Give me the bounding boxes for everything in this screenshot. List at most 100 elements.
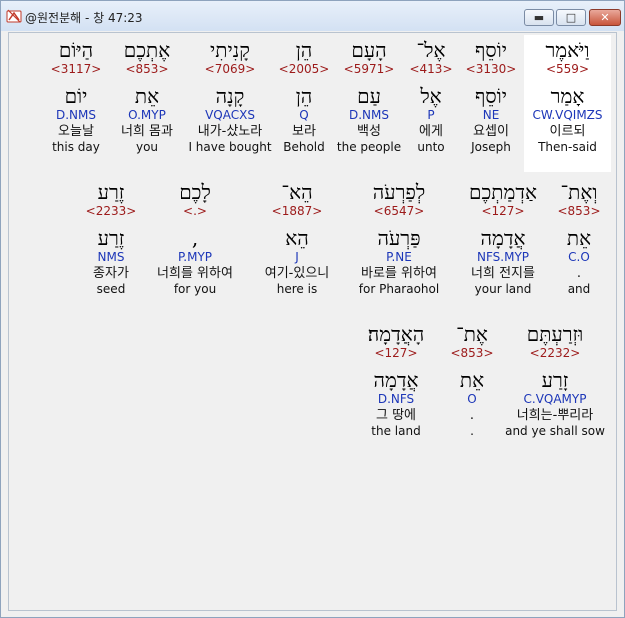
hebrew-word: לְפַרְעֹה [372, 180, 426, 204]
strong-number[interactable]: <6547> [347, 204, 451, 218]
strong-number[interactable]: <853> [109, 62, 185, 76]
analysis-pane: וַיֹּאמֶר <559> אָמַר CW.VQIMZS 이르되 Then… [8, 32, 617, 611]
word-block[interactable]: אַדְמַתְכֶם <127> אֲדָמָה NFS.MYP 너희 전지를… [455, 177, 551, 296]
english-gloss: I have bought [188, 140, 272, 154]
english-gloss: your land [474, 282, 532, 296]
hebrew-word: וַיֹּאמֶר [545, 38, 590, 62]
strong-number[interactable]: <559> [524, 62, 611, 76]
lemma: פַּרְעֹה [377, 226, 421, 250]
lemma: זֶרַע [97, 226, 125, 250]
strong-number[interactable]: <7069> [187, 62, 273, 76]
hebrew-word: קָנִיתִי [210, 38, 250, 62]
hebrew-word: הַיּוֹם [58, 38, 94, 62]
hebrew-word: לָכֶם [179, 180, 211, 204]
strong-number[interactable]: <127> [455, 204, 551, 218]
strong-number[interactable]: <2233> [81, 204, 141, 218]
morphology: Q [299, 108, 309, 122]
korean-gloss: 너희를 위하여 [157, 266, 233, 281]
morphology: D.NFS [377, 392, 415, 406]
word-block[interactable]: וַיֹּאמֶר <559> אָמַר CW.VQIMZS 이르되 Then… [524, 35, 611, 172]
english-gloss: this day [52, 140, 100, 154]
strong-number[interactable]: <5971> [335, 62, 403, 76]
korean-gloss: 이르되 [549, 124, 586, 139]
hebrew-word: הֵא־ [281, 180, 313, 204]
strong-number[interactable]: <.> [143, 204, 247, 218]
word-block[interactable]: הַיּוֹם <3117> יוֹם D.NMS 오늘날 this day [45, 35, 107, 154]
word-block[interactable]: אֶתְכֶם <853> אֵת O.MYP 너희 몸과 you [109, 35, 185, 154]
lemma: אֵת [566, 226, 592, 250]
hebrew-word: אַדְמַתְכֶם [469, 180, 537, 204]
word-block[interactable]: אֶל־ <413> אֶל P 에게 unto [405, 35, 457, 154]
hebrew-word: אֶל־ [416, 38, 446, 62]
strong-number[interactable]: <853> [443, 346, 501, 360]
korean-gloss: 에게 [419, 124, 443, 139]
english-gloss: for you [173, 282, 217, 296]
hebrew-word: אֶתְכֶם [123, 38, 171, 62]
korean-gloss: 백성 [357, 124, 381, 139]
korean-gloss: 보라 [292, 124, 316, 139]
morphology: C.VQAMYP [523, 392, 587, 406]
word-block[interactable]: וְאֶת־ <853> אֵת C.O . and [553, 177, 605, 296]
word-block[interactable]: יוֹסֵף <3130> יוֹסֵף NE 요셉이 Joseph [459, 35, 523, 154]
korean-gloss: . [576, 266, 582, 281]
morphology: P.MYP [177, 250, 213, 264]
lemma: אֶל [420, 84, 442, 108]
word-block[interactable]: קָנִיתִי <7069> קָנָה VQACXS 내가-샀노라 I ha… [187, 35, 273, 154]
lemma: אֵת [134, 84, 160, 108]
title-bar[interactable]: @원전분해 - 창 47:23 ▬ □ ✕ [1, 1, 624, 31]
morphology: VQACXS [205, 108, 255, 122]
word-block[interactable]: לָכֶם <.> , P.MYP 너희를 위하여 for you [143, 177, 247, 296]
lemma: , [191, 226, 199, 250]
morphology: NE [482, 108, 500, 122]
strong-number[interactable]: <1887> [249, 204, 345, 218]
korean-gloss: 너희는-뿌리라 [516, 408, 594, 423]
word-block[interactable]: זֶרַע <2233> זֶרַע NMS 종자가 seed [81, 177, 141, 296]
strong-number[interactable]: <3130> [459, 62, 523, 76]
word-block[interactable]: הֵן <2005> הֵן Q 보라 Behold [275, 35, 333, 154]
lemma: קָנָה [215, 84, 245, 108]
window-title: @원전분해 - 창 47:23 [25, 11, 143, 25]
hebrew-word: וּזְרַעְתֶּם [526, 322, 584, 346]
hebrew-word: יוֹסֵף [474, 38, 508, 62]
app-bible-icon [6, 9, 22, 23]
minimize-button[interactable]: ▬ [524, 9, 554, 26]
strong-number[interactable]: <2005> [275, 62, 333, 76]
close-button[interactable]: ✕ [589, 9, 621, 26]
english-gloss: for Pharaohol [358, 282, 440, 296]
morphology: P [427, 108, 435, 122]
morphology: NFS.MYP [476, 250, 530, 264]
word-block[interactable]: הָאֲדָמָה׃ <127> אֲדָמָה D.NFS 그 땅에 the … [351, 319, 441, 438]
word-block[interactable]: אֶת־ <853> אֵת O . . [443, 319, 501, 438]
hebrew-word: וְאֶת־ [560, 180, 598, 204]
word-block[interactable]: הָעָם <5971> עַם D.NMS 백성 the people [335, 35, 403, 154]
morphology: O [467, 392, 477, 406]
english-gloss: and ye shall sow [505, 424, 605, 438]
lemma: זָרַע [541, 368, 569, 392]
korean-gloss: 너희 전지를 [471, 266, 535, 281]
strong-number[interactable]: <413> [405, 62, 457, 76]
morphology: O.MYP [128, 108, 166, 122]
morphology: NMS [97, 250, 125, 264]
english-gloss: here is [276, 282, 318, 296]
korean-gloss: 그 땅에 [375, 408, 416, 423]
strong-number[interactable]: <3117> [45, 62, 107, 76]
english-gloss: Behold [283, 140, 325, 154]
app-window: @원전분해 - 창 47:23 ▬ □ ✕ וַיֹּאמֶר <559> אָ… [0, 0, 625, 618]
lemma: אֲדָמָה [480, 226, 526, 250]
maximize-button[interactable]: □ [556, 9, 586, 26]
strong-number[interactable]: <853> [553, 204, 605, 218]
korean-gloss: 요셉이 [473, 124, 509, 139]
hebrew-word: אֶת־ [456, 322, 488, 346]
english-gloss: the people [336, 140, 402, 154]
lemma: הֵן [295, 84, 313, 108]
korean-gloss: 너희 몸과 [121, 124, 173, 139]
strong-number[interactable]: <127> [351, 346, 441, 360]
word-block[interactable]: וּזְרַעְתֶּם <2232> זָרַע C.VQAMYP 너희는-뿌… [503, 319, 607, 438]
word-block[interactable]: הֵא־ <1887> הֵא J 여기-있으니 here is [249, 177, 345, 296]
close-icon: ✕ [600, 11, 610, 24]
strong-number[interactable]: <2232> [503, 346, 607, 360]
lemma: הֵא [285, 226, 309, 250]
word-block[interactable]: לְפַרְעֹה <6547> פַּרְעֹה P.NE 바로를 위하여 f… [347, 177, 451, 296]
english-gloss: you [135, 140, 159, 154]
english-gloss: seed [96, 282, 126, 296]
